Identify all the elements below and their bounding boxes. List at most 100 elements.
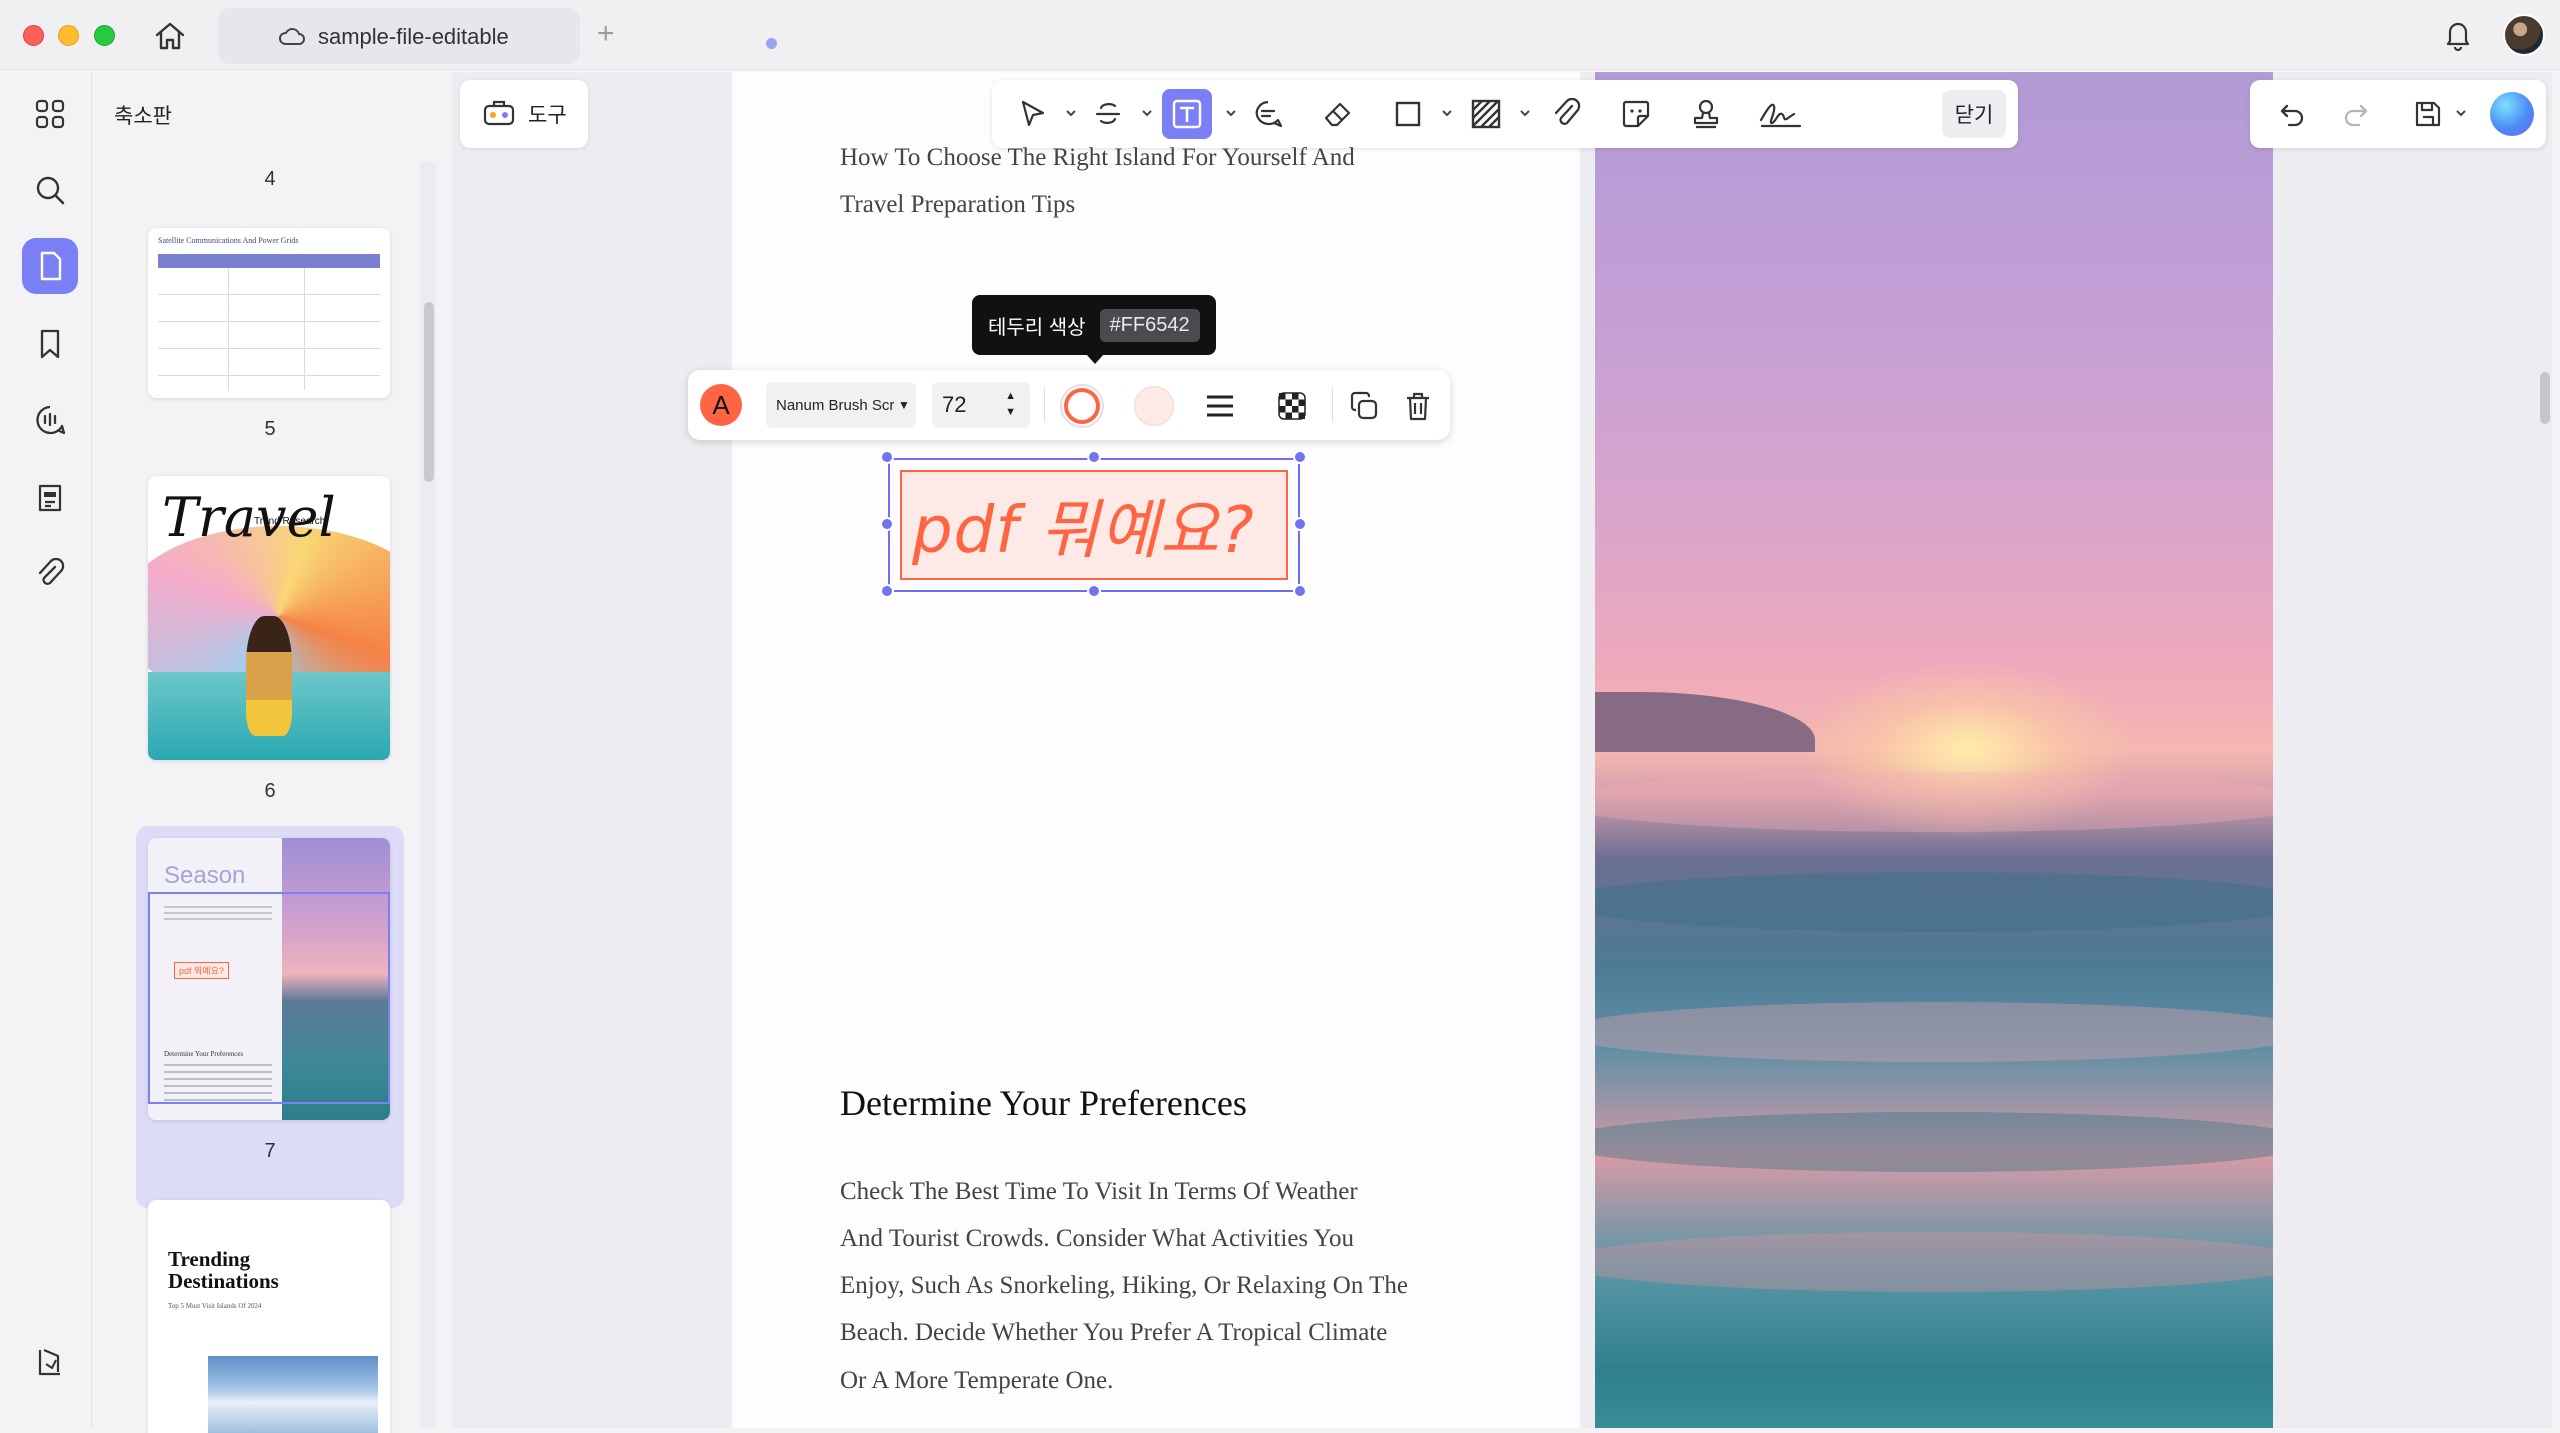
area-highlight-tool-icon[interactable]: [1466, 94, 1506, 134]
thumbnails-icon[interactable]: [22, 238, 78, 294]
resize-handle-top[interactable]: [1087, 450, 1101, 464]
resize-handle-top-left[interactable]: [880, 450, 894, 464]
search-icon[interactable]: [22, 162, 78, 218]
apps-grid-icon[interactable]: [22, 86, 78, 142]
thumbnail-scrollbar[interactable]: [424, 302, 434, 482]
thumb7-heading: Determine Your Preferences: [164, 1050, 244, 1058]
chevron-down-icon[interactable]: [1064, 106, 1078, 120]
chevron-down-icon[interactable]: [1224, 106, 1238, 120]
select-tool-icon[interactable]: [1012, 94, 1052, 134]
caret-down-icon: ▼: [898, 398, 910, 412]
redo-icon[interactable]: [2336, 94, 2376, 134]
textbox-tool-icon[interactable]: [1162, 89, 1212, 139]
save-icon[interactable]: [2408, 94, 2448, 134]
bell-icon[interactable]: [2440, 16, 2476, 52]
chevron-down-icon[interactable]: [1518, 106, 1532, 120]
tooltip-color-value: #FF6542: [1099, 308, 1200, 342]
tools-label: 도구: [528, 104, 567, 127]
annotation-toolbar: 닫기: [992, 80, 2018, 148]
tooltip-label: 테두리 색상: [988, 316, 1086, 339]
resize-handle-bottom[interactable]: [1087, 584, 1101, 598]
text-color-button[interactable]: A: [700, 384, 742, 426]
tools-button[interactable]: 도구: [460, 80, 588, 148]
comment-tool-icon[interactable]: [1248, 94, 1288, 134]
sidebar-settings-icon[interactable]: [22, 1334, 78, 1390]
body-line-3: Enjoy, Such As Snorkeling, Hiking, Or Re…: [840, 1272, 1409, 1299]
document-tab[interactable]: sample-file-editable: [218, 8, 777, 64]
body-line-2: And Tourist Crowds. Consider What Activi…: [840, 1225, 1355, 1252]
line-style-icon[interactable]: [1200, 386, 1240, 426]
chevron-down-icon[interactable]: [1440, 106, 1454, 120]
resize-handle-bottom-left[interactable]: [880, 584, 894, 598]
resize-handle-top-right[interactable]: [1293, 450, 1307, 464]
section-heading: Determine Your Preferences: [840, 1083, 1247, 1123]
rectangle-tool-icon[interactable]: [1388, 94, 1428, 134]
form-fields-icon[interactable]: [22, 470, 78, 526]
resize-handle-left[interactable]: [880, 517, 894, 531]
opacity-icon[interactable]: [1272, 386, 1312, 426]
history-toolbar: [2250, 80, 2546, 148]
undo-icon[interactable]: [2272, 94, 2312, 134]
new-tab-button[interactable]: +: [597, 16, 615, 52]
resize-handle-right[interactable]: [1293, 517, 1307, 531]
duplicate-icon[interactable]: [1344, 386, 1384, 426]
resize-handle-bottom-right[interactable]: [1293, 584, 1307, 598]
text-box-content[interactable]: pdf 뭐예요?: [900, 470, 1288, 580]
thumb6-subtitle: Trend Research: [254, 516, 326, 527]
font-family-value: Nanum Brush Script: [776, 396, 894, 414]
selected-text-box[interactable]: pdf 뭐예요?: [888, 458, 1300, 592]
text-properties-bar: A Nanum Brush Script ▼ 72 ▲▼: [688, 370, 1450, 440]
toolbox-icon: [482, 97, 516, 132]
ai-assistant-icon[interactable]: [2490, 92, 2534, 136]
strikethrough-tool-icon[interactable]: [1088, 94, 1128, 134]
stepper-arrows-icon[interactable]: ▲ ▼: [1005, 388, 1016, 420]
close-toolbar-button[interactable]: 닫기: [1942, 90, 2006, 138]
document-view: 도구 닫기 How To Choose The Right Island For…: [452, 72, 2552, 1428]
delete-icon[interactable]: [1398, 386, 1438, 426]
cloud-icon: [278, 24, 306, 53]
border-color-tooltip: 테두리 색상 #FF6542: [972, 295, 1216, 364]
document-scrollbar[interactable]: [2540, 372, 2550, 424]
thumbnail-panel: 축소판 4 Satellite Communications And Power…: [92, 72, 444, 1433]
app-window: sample-file-editable + 축소판 4 Satellite C…: [0, 0, 2560, 1433]
border-color-button[interactable]: [1060, 384, 1104, 428]
intro-line-2: Travel Preparation Tips: [840, 191, 1076, 218]
close-window-button[interactable]: [23, 25, 44, 46]
intro-line-1: How To Choose The Right Island For Yours…: [840, 144, 1355, 171]
comments-icon[interactable]: [22, 392, 78, 448]
panel-title: 축소판: [114, 105, 172, 128]
font-size-stepper[interactable]: 72 ▲ ▼: [932, 382, 1030, 428]
chevron-down-icon[interactable]: [1140, 106, 1154, 120]
body-line-1: Check The Best Time To Visit In Terms Of…: [840, 1178, 1358, 1205]
avatar[interactable]: [2503, 14, 2545, 56]
icon-rail: [8, 72, 92, 1428]
eraser-tool-icon[interactable]: [1318, 94, 1358, 134]
title-bar: sample-file-editable +: [0, 0, 2560, 70]
body-line-5: Or A More Temperate One.: [840, 1367, 1114, 1394]
page-number-4: 4: [264, 168, 276, 190]
signature-tool-icon[interactable]: [1756, 94, 1806, 134]
font-family-select[interactable]: Nanum Brush Script ▼: [766, 382, 916, 428]
thumb8-title: Trending Destinations: [168, 1247, 279, 1293]
maximize-window-button[interactable]: [94, 25, 115, 46]
thumb7-title: Season: [164, 862, 246, 889]
attach-file-tool-icon[interactable]: [1546, 94, 1586, 134]
sticker-tool-icon[interactable]: [1616, 94, 1656, 134]
page-number-6: 6: [264, 780, 276, 802]
chevron-down-icon[interactable]: [2454, 106, 2468, 120]
thumbnail-page-8[interactable]: Trending Destinations Top 5 Must Visit I…: [148, 1200, 390, 1433]
thumbnail-page-6[interactable]: Travel Trend Research: [148, 476, 390, 760]
thumb8-subtitle: Top 5 Must Visit Islands Of 2024: [168, 1302, 262, 1310]
ocean-sunset-image[interactable]: [1595, 72, 2273, 1428]
attachment-icon[interactable]: [22, 546, 78, 602]
minimize-window-button[interactable]: [58, 25, 79, 46]
bookmark-icon[interactable]: [22, 316, 78, 372]
font-size-value: 72: [942, 392, 967, 417]
thumbnail-page-7[interactable]: Season pdf 뭐예요? Determine Your Preferenc…: [148, 838, 390, 1120]
tab-title: sample-file-editable: [318, 24, 509, 49]
fill-color-button[interactable]: [1134, 386, 1174, 426]
unsaved-dot: [766, 38, 777, 49]
home-icon[interactable]: [152, 18, 188, 54]
thumbnail-page-5[interactable]: Satellite Communications And Power Grids: [148, 228, 390, 398]
stamp-tool-icon[interactable]: [1686, 94, 1726, 134]
